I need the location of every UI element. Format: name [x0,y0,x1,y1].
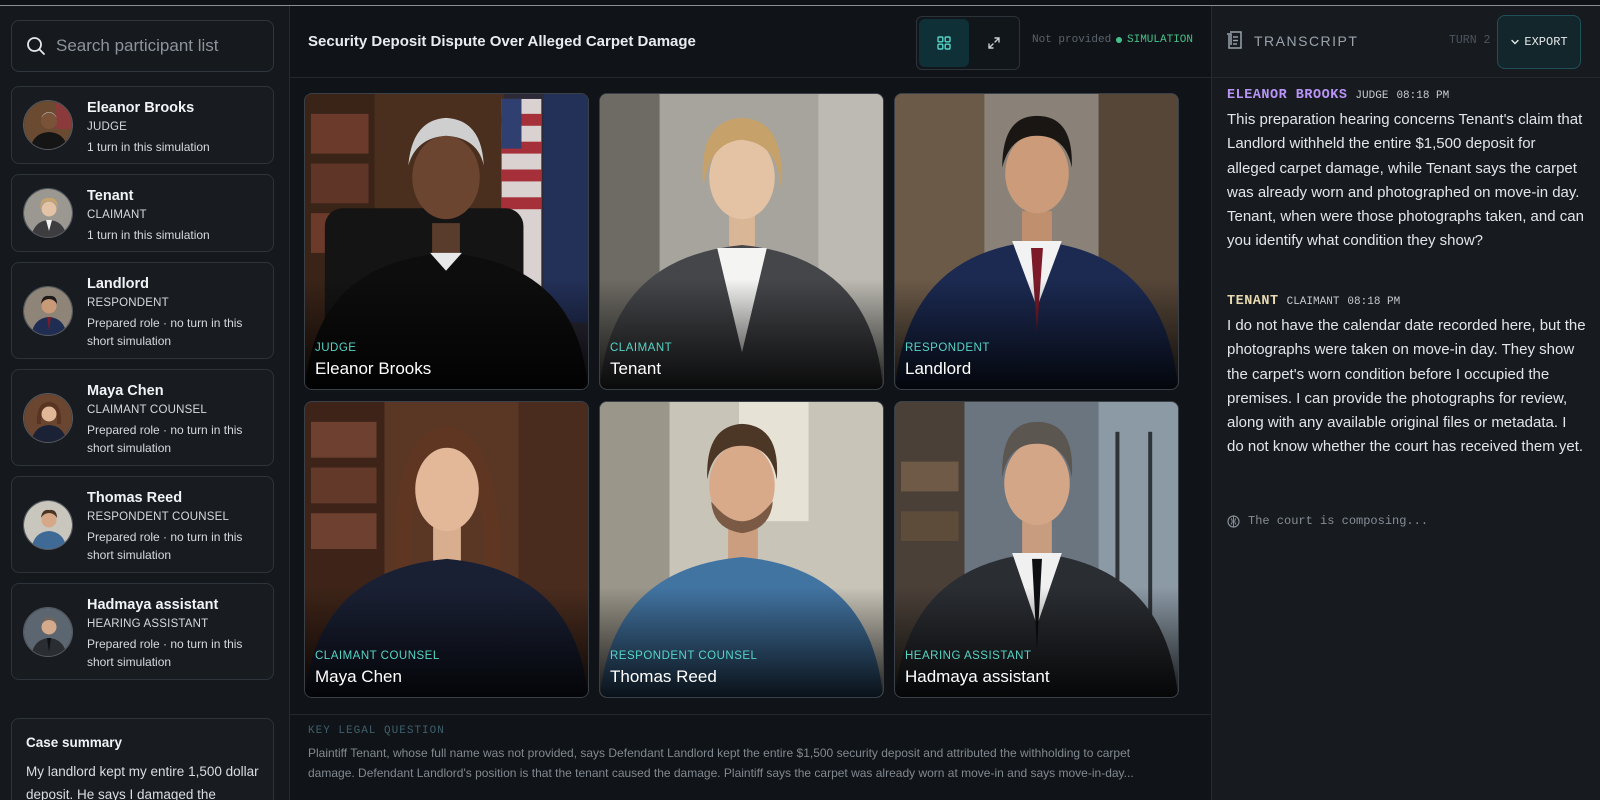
search-icon [27,37,45,55]
case-summary-title: Case summary [26,735,123,750]
expand-view-button[interactable] [969,19,1019,67]
turn-counter: TURN 2 [1449,34,1491,47]
message-header: TENANT CLAIMANT 08:18 PM [1227,294,1587,309]
message-text: This preparation hearing concerns Tenant… [1227,111,1584,250]
message-role: JUDGE [1355,90,1389,102]
participant-card-hadmaya-assistant[interactable]: Hadmaya assistant HEARING ASSISTANT Prep… [11,583,274,680]
key-legal-question: KEY LEGAL QUESTION Plaintiff Tenant, who… [290,714,1211,800]
avatar [23,100,73,150]
status-label: SIMULATION [1127,34,1194,46]
message-speaker: ELEANOR BROOKS [1227,88,1348,103]
transcript-panel: TRANSCRIPT TURN 2 EXPORT ELEANOR BROOKS … [1211,6,1600,800]
main-stage: Security Deposit Dispute Over Alleged Ca… [290,6,1211,800]
page-title: Security Deposit Dispute Over Alleged Ca… [308,33,696,50]
message-time: 08:18 PM [1347,296,1401,308]
tile-name: Tenant [610,359,662,378]
video-tile-respondent-counsel[interactable]: RESPONDENT COUNSEL Thomas Reed [599,401,884,698]
participant-name: Hadmaya assistant [87,597,219,613]
search-input[interactable] [56,36,256,56]
export-label: EXPORT [1524,35,1568,49]
chevron-down-icon [1511,39,1520,45]
transcript-icon [1227,31,1242,49]
participant-card-maya-chen[interactable]: Maya Chen CLAIMANT COUNSEL Prepared role… [11,369,274,466]
participant-search[interactable] [11,20,274,72]
expand-icon [988,37,1000,49]
tile-role: RESPONDENT [905,342,990,354]
participant-name: Tenant [87,188,134,204]
thinking-icon [1227,514,1240,528]
composing-text: The court is composing... [1248,514,1429,528]
participant-card-thomas-reed[interactable]: Thomas Reed RESPONDENT COUNSEL Prepared … [11,476,274,573]
not-provided-label: Not provided [1032,34,1112,46]
transcript-message: TENANT CLAIMANT 08:18 PM I do not have t… [1227,294,1587,460]
stage-header: Security Deposit Dispute Over Alleged Ca… [290,6,1211,78]
participant-note: Prepared role · no turn in this short si… [87,637,243,669]
tile-name: Eleanor Brooks [315,359,432,378]
participant-note: Prepared role · no turn in this short si… [87,530,243,562]
tile-role: HEARING ASSISTANT [905,650,1032,662]
participant-note: Prepared role · no turn in this short si… [87,423,243,455]
grid-icon [937,36,951,50]
participant-card-landlord[interactable]: Landlord RESPONDENT Prepared role · no t… [11,262,274,359]
avatar [23,188,73,238]
video-tile-respondent[interactable]: RESPONDENT Landlord [894,93,1179,390]
participant-role: RESPONDENT COUNSEL [87,511,230,523]
participant-sidebar: Eleanor Brooks JUDGE 1 turn in this simu… [0,6,290,800]
participant-name: Landlord [87,276,150,292]
case-summary-text: My landlord kept my entire 1,500 dollar … [26,764,259,800]
participant-card-eleanor-brooks[interactable]: Eleanor Brooks JUDGE 1 turn in this simu… [11,86,274,164]
tile-role: JUDGE [315,342,357,354]
video-tile-claimant[interactable]: CLAIMANT Tenant [599,93,884,390]
participant-name: Maya Chen [87,383,164,399]
grid-view-button[interactable] [919,19,969,67]
video-tile-hearing-assistant[interactable]: HEARING ASSISTANT Hadmaya assistant [894,401,1179,698]
avatar [23,499,73,550]
avatar [23,392,73,443]
avatar [23,606,73,657]
tile-name: Landlord [905,359,972,378]
participant-role: CLAIMANT [87,209,147,221]
view-toggle [916,16,1020,70]
participant-note: 1 turn in this simulation [87,140,210,154]
participant-name: Eleanor Brooks [87,100,195,116]
participant-note: Prepared role · no turn in this short si… [87,316,243,348]
message-text: I do not have the calendar date recorded… [1227,317,1586,456]
participant-name: Thomas Reed [87,490,183,506]
tile-role: CLAIMANT [610,342,673,354]
tile-name: Hadmaya assistant [905,667,1050,686]
avatar [23,285,73,336]
legal-question-text: Plaintiff Tenant, whose full name was no… [308,746,1134,780]
participant-role: CLAIMANT COUNSEL [87,404,207,416]
message-role: CLAIMANT [1286,296,1340,308]
participant-note: 1 turn in this simulation [87,228,210,242]
message-speaker: TENANT [1227,294,1279,309]
tile-role: CLAIMANT COUNSEL [315,650,440,662]
participant-role: RESPONDENT [87,297,169,309]
simulation-status: SIMULATION [1116,34,1193,46]
video-tile-judge[interactable]: JUDGE Eleanor Brooks [304,93,589,390]
legal-question-title: KEY LEGAL QUESTION [308,725,445,737]
participant-role: HEARING ASSISTANT [87,618,209,630]
composing-indicator: The court is composing... [1227,514,1428,528]
transcript-header: TRANSCRIPT TURN 2 EXPORT [1212,6,1600,78]
tile-name: Thomas Reed [610,667,717,686]
message-time: 08:18 PM [1396,90,1450,102]
transcript-message: ELEANOR BROOKS JUDGE 08:18 PM This prepa… [1227,88,1587,254]
participant-card-tenant[interactable]: Tenant CLAIMANT 1 turn in this simulatio… [11,174,274,252]
transcript-title: TRANSCRIPT [1254,33,1359,49]
export-button[interactable]: EXPORT [1497,15,1581,69]
video-tile-claimant-counsel[interactable]: CLAIMANT COUNSEL Maya Chen [304,401,589,698]
tile-name: Maya Chen [315,667,402,686]
status-dot [1116,37,1122,43]
participant-role: JUDGE [87,121,127,133]
case-summary-card: Case summary My landlord kept my entire … [11,718,274,800]
tile-role: RESPONDENT COUNSEL [610,650,758,662]
message-header: ELEANOR BROOKS JUDGE 08:18 PM [1227,88,1587,103]
